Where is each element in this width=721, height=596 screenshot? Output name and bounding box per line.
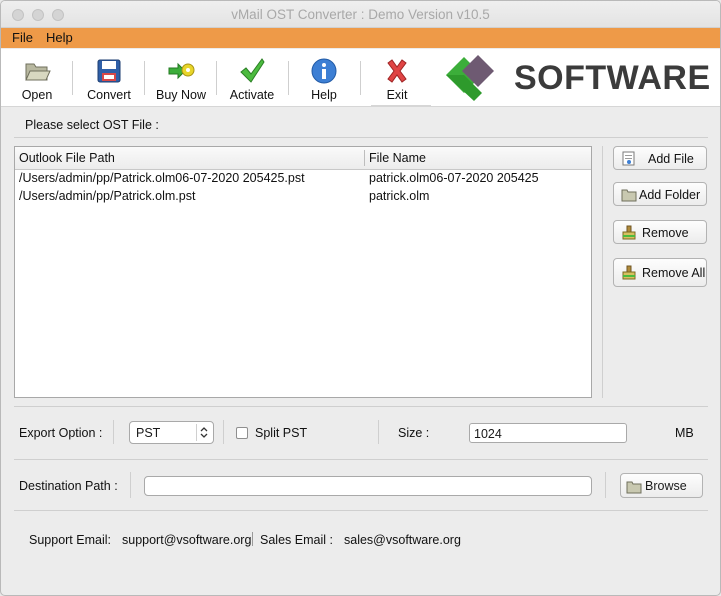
app-window: vMail OST Converter : Demo Version v10.5… xyxy=(0,0,721,596)
folder-icon xyxy=(621,189,637,202)
add-file-label: Add File xyxy=(648,152,694,166)
help-button[interactable]: Help xyxy=(289,53,359,103)
buy-now-button[interactable]: Buy Now xyxy=(146,53,216,103)
menu-file[interactable]: File xyxy=(12,30,33,45)
section-divider xyxy=(14,510,708,511)
menu-bar: File Help xyxy=(1,28,720,48)
red-x-icon xyxy=(387,59,407,83)
broom-icon xyxy=(622,225,636,240)
row-name-cell: patrick.olm06-07-2020 205425 xyxy=(369,171,539,185)
column-header-name[interactable]: File Name xyxy=(369,151,426,165)
support-email-link[interactable]: support@vsoftware.org xyxy=(122,533,251,547)
remove-all-button[interactable]: Remove All xyxy=(613,258,707,287)
sales-email-label: Sales Email : xyxy=(260,533,333,547)
activate-button[interactable]: Activate xyxy=(217,53,287,103)
checkmark-icon xyxy=(240,58,265,83)
save-disk-icon xyxy=(97,59,121,83)
footer-divider xyxy=(252,532,253,546)
section-divider xyxy=(14,406,708,407)
table-row[interactable]: /Users/admin/pp/Patrick.olm.pst patrick.… xyxy=(15,188,591,206)
row-name-cell: patrick.olm xyxy=(369,189,430,203)
exit-button[interactable]: Exit xyxy=(362,53,432,103)
table-header: Outlook File Path File Name xyxy=(15,147,591,170)
select-ost-label: Please select OST File : xyxy=(25,118,159,132)
toolbar-divider xyxy=(360,61,361,95)
stepper-arrows-icon xyxy=(196,424,208,441)
field-divider xyxy=(130,472,131,498)
section-divider xyxy=(14,459,708,460)
size-value: 1024 xyxy=(474,427,502,441)
row-path-cell: /Users/admin/pp/Patrick.olm06-07-2020 20… xyxy=(19,171,305,185)
toolbar: Open Convert Buy Now Activate Help Exit … xyxy=(1,49,720,107)
destination-path-input[interactable] xyxy=(144,476,592,496)
folder-icon xyxy=(626,481,642,494)
folder-open-icon xyxy=(25,63,51,81)
field-divider xyxy=(378,420,379,444)
add-folder-button[interactable]: Add Folder xyxy=(613,182,707,206)
column-header-path[interactable]: Outlook File Path xyxy=(19,151,115,165)
remove-all-label: Remove All xyxy=(642,266,706,280)
table-row[interactable]: /Users/admin/pp/Patrick.olm06-07-2020 20… xyxy=(15,170,591,188)
key-arrow-icon xyxy=(168,62,195,80)
open-label: Open xyxy=(21,88,53,102)
split-pst-label: Split PST xyxy=(255,426,308,440)
size-label: Size : xyxy=(398,426,430,440)
sales-email-link[interactable]: sales@vsoftware.org xyxy=(344,533,461,547)
size-unit-label: MB xyxy=(675,426,694,440)
buy-now-label: Buy Now xyxy=(155,88,207,102)
info-icon xyxy=(311,58,337,84)
menu-help[interactable]: Help xyxy=(46,30,73,45)
field-divider xyxy=(605,472,606,498)
add-file-icon xyxy=(622,151,635,166)
column-divider[interactable] xyxy=(364,150,365,166)
remove-label: Remove xyxy=(642,226,689,240)
add-folder-label: Add Folder xyxy=(639,188,701,202)
convert-button[interactable]: Convert xyxy=(74,53,144,103)
export-option-label: Export Option : xyxy=(19,426,103,440)
split-pst-checkbox[interactable] xyxy=(236,427,248,439)
title-bar: vMail OST Converter : Demo Version v10.5 xyxy=(1,1,720,28)
open-button[interactable]: Open xyxy=(2,53,72,103)
add-file-button[interactable]: Add File xyxy=(613,146,707,170)
size-input[interactable]: 1024 xyxy=(469,423,627,443)
toolbar-underline xyxy=(371,105,431,106)
toolbar-divider xyxy=(72,61,73,95)
browse-label: Browse xyxy=(645,479,687,493)
broom-icon xyxy=(622,265,636,280)
file-list-table[interactable]: Outlook File Path File Name /Users/admin… xyxy=(14,146,592,398)
activate-label: Activate xyxy=(229,88,275,102)
toolbar-divider xyxy=(144,61,145,95)
field-divider xyxy=(223,420,224,444)
row-path-cell: /Users/admin/pp/Patrick.olm.pst xyxy=(19,189,196,203)
export-format-select[interactable]: PST xyxy=(129,421,214,444)
exit-label: Exit xyxy=(386,88,408,102)
window-title: vMail OST Converter : Demo Version v10.5 xyxy=(231,7,490,22)
side-panel-divider xyxy=(602,146,603,398)
destination-path-label: Destination Path : xyxy=(19,479,118,493)
remove-button[interactable]: Remove xyxy=(613,220,707,244)
logo-text: SOFTWARE xyxy=(514,59,711,97)
software-logo: SOFTWARE xyxy=(444,53,714,103)
browse-button[interactable]: Browse xyxy=(620,473,703,498)
export-format-value: PST xyxy=(136,426,161,440)
field-divider xyxy=(113,420,114,444)
logo-mark-icon xyxy=(446,55,494,101)
help-label: Help xyxy=(311,88,337,102)
convert-label: Convert xyxy=(87,88,131,102)
section-divider xyxy=(14,137,708,138)
support-email-label: Support Email: xyxy=(29,533,111,547)
